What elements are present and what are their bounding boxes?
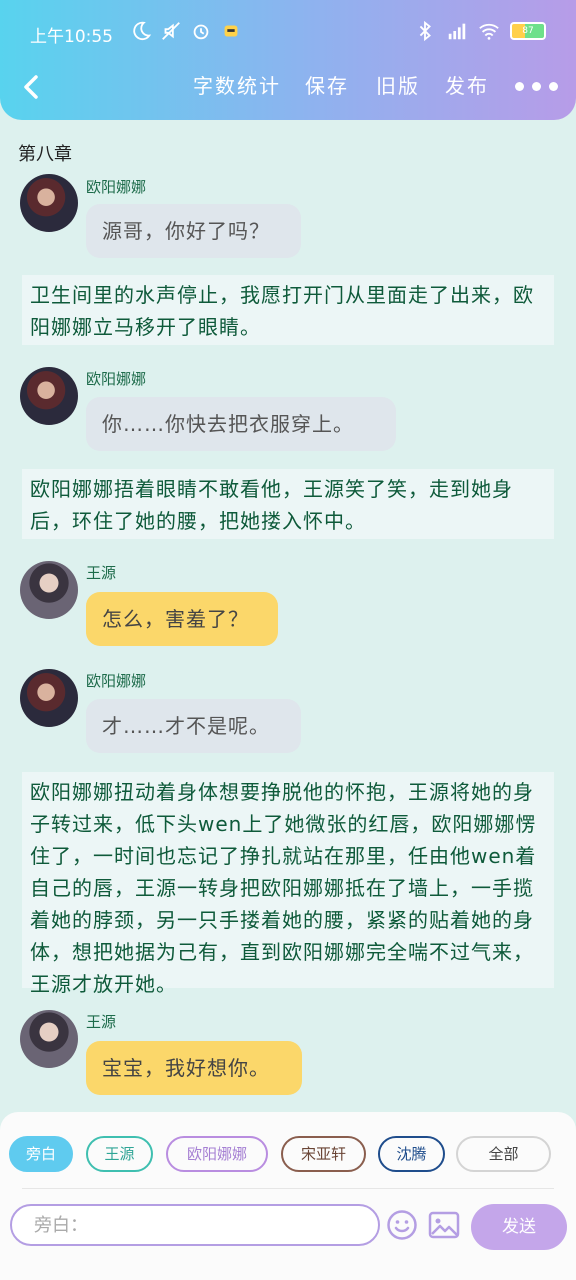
avatar[interactable]	[20, 561, 78, 619]
alarm-icon	[193, 24, 209, 40]
speaker-name: 欧阳娜娜	[86, 370, 147, 388]
role-chip-ouyang[interactable]: 欧阳娜娜	[166, 1136, 268, 1172]
avatar[interactable]	[20, 174, 78, 232]
avatar[interactable]	[20, 367, 78, 425]
signal-icon	[448, 23, 466, 40]
publish-button[interactable]: 发布	[445, 70, 489, 99]
wifi-icon	[479, 23, 499, 40]
message-input[interactable]	[10, 1204, 380, 1246]
speaker-name: 欧阳娜娜	[86, 672, 147, 690]
avatar[interactable]	[20, 669, 78, 727]
chapter-title: 第八章	[18, 144, 72, 165]
role-chip-songyaxuan[interactable]: 宋亚轩	[281, 1136, 366, 1172]
message-bubble[interactable]: 源哥，你好了吗？	[86, 204, 301, 258]
bluetooth-icon	[419, 20, 431, 42]
narration-block[interactable]: 欧阳娜娜扭动着身体想要挣脱他的怀抱，王源将她的身子转过来，低下头wen上了她微张…	[22, 772, 554, 996]
message-bubble[interactable]: 你……你快去把衣服穿上。	[86, 397, 396, 451]
more-options-icon[interactable]	[515, 82, 558, 91]
moon-icon	[133, 21, 152, 41]
narration-block[interactable]: 欧阳娜娜捂着眼睛不敢看他，王源笑了笑，走到她身后，环住了她的腰，把她搂入怀中。	[22, 469, 554, 539]
role-chip-all[interactable]: 全部	[456, 1136, 551, 1172]
message-bubble[interactable]: 宝宝，我好想你。	[86, 1041, 302, 1095]
send-button[interactable]: 发送	[471, 1204, 567, 1250]
speaker-name: 欧阳娜娜	[86, 178, 147, 196]
mute-icon	[162, 22, 180, 40]
status-time: 上午10:55	[30, 27, 113, 47]
back-arrow-icon[interactable]	[18, 72, 46, 102]
role-chip-narration[interactable]: 旁白	[9, 1136, 73, 1172]
status-bar: 上午10:55 87	[30, 18, 546, 48]
emoji-icon[interactable]	[386, 1209, 418, 1241]
speaker-name: 王源	[86, 1013, 117, 1031]
toolbar: 字数统计 保存 旧版 发布	[0, 70, 576, 104]
word-count-button[interactable]: 字数统计	[193, 70, 281, 99]
battery-icon: 87	[510, 22, 546, 40]
old-version-button[interactable]: 旧版	[376, 70, 420, 99]
app-header: 上午10:55 87 字数统计 保存 旧版 发布	[0, 0, 576, 120]
message-bubble[interactable]: 才……才不是呢。	[86, 699, 301, 753]
avatar[interactable]	[20, 1010, 78, 1068]
save-button[interactable]: 保存	[305, 70, 349, 99]
narration-block[interactable]: 卫生间里的水声停止，我愿打开门从里面走了出来，欧阳娜娜立马移开了眼睛。	[22, 275, 554, 345]
divider	[22, 1188, 554, 1189]
message-bubble[interactable]: 怎么，害羞了？	[86, 592, 278, 646]
app-notification-icon	[224, 25, 238, 37]
image-icon[interactable]	[428, 1210, 460, 1240]
speaker-name: 王源	[86, 564, 117, 582]
role-chip-wangyuan[interactable]: 王源	[86, 1136, 153, 1172]
input-panel: 旁白 王源 欧阳娜娜 宋亚轩 沈腾 全部 发送	[0, 1112, 576, 1280]
role-chip-shenteng[interactable]: 沈腾	[378, 1136, 445, 1172]
